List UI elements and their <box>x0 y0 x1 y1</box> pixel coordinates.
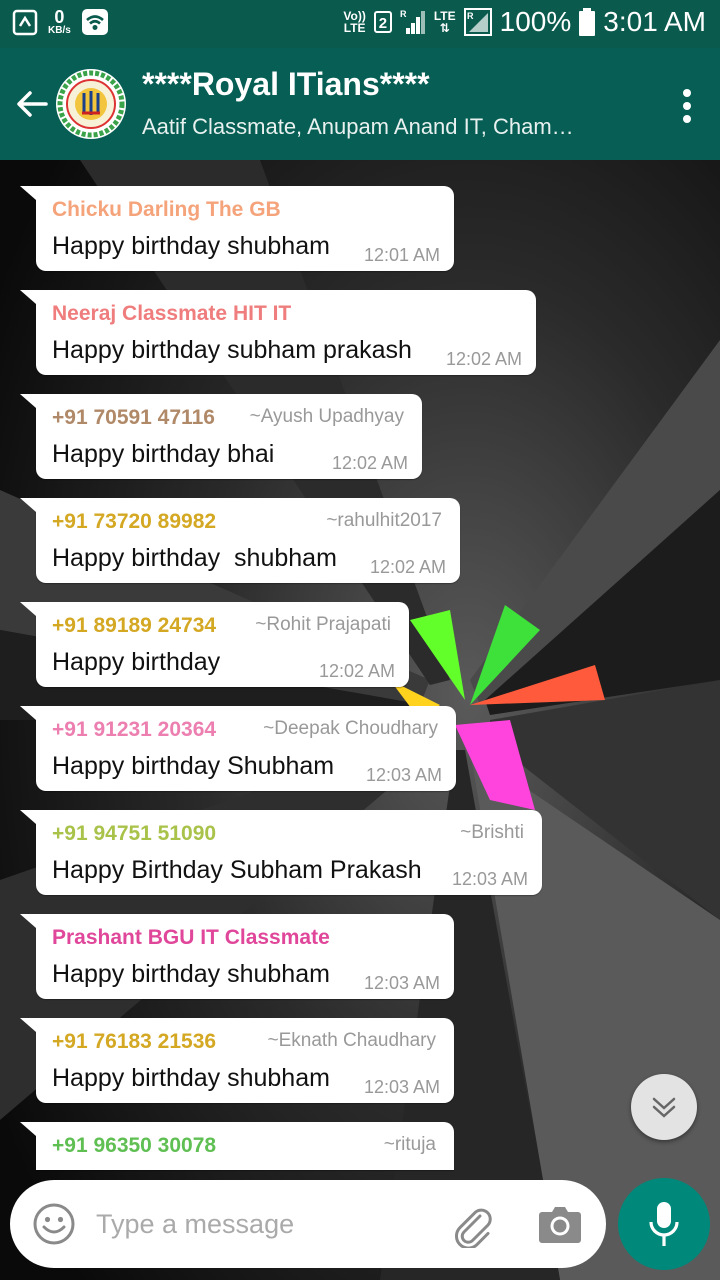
message-text: Happy birthday shubham <box>52 1064 330 1092</box>
more-options-icon[interactable] <box>682 88 692 124</box>
message-text: Happy Birthday Subham Prakash <box>52 856 422 884</box>
bubble-tail <box>20 914 36 928</box>
message-sender[interactable]: +91 76183 21536 <box>52 1030 216 1054</box>
bubble-tail <box>20 602 36 616</box>
emoji-icon[interactable] <box>32 1202 76 1246</box>
message-time: 12:03 AM <box>365 765 442 785</box>
message-sender[interactable]: +91 70591 47116 <box>52 406 215 430</box>
message-alias: ~Brishti <box>460 822 524 843</box>
message-sender[interactable]: +91 91231 20364 <box>52 718 216 742</box>
volte-indicator: Vo)) LTE <box>343 9 366 35</box>
group-avatar[interactable] <box>56 69 126 139</box>
battery-percent: 100% <box>499 6 572 37</box>
bubble-tail <box>20 810 36 824</box>
message-bubble[interactable]: +91 70591 47116 ~Ayush Upadhyay Happy bi… <box>20 394 422 479</box>
message-bubble[interactable]: Chicku Darling The GB Happy birthday shu… <box>20 186 454 271</box>
message-bubble[interactable]: +91 91231 20364 ~Deepak Choudhary Happy … <box>20 706 456 791</box>
message-bubble-partial[interactable]: +91 96350 30078 ~rituja <box>20 1122 454 1170</box>
message-alias: ~Eknath Chaudhary <box>267 1030 436 1051</box>
message-sender[interactable]: +91 94751 51090 <box>52 822 216 846</box>
lte-label: LTE <box>433 9 456 23</box>
bubble-tail <box>20 186 36 200</box>
message-alias: ~Ayush Upadhyay <box>249 406 404 427</box>
clock: 3:01 AM <box>603 6 706 37</box>
network-speed-unit: KB/s <box>48 25 71 36</box>
network-speed: 0 KB/s <box>48 8 71 36</box>
message-time: 12:01 AM <box>363 245 440 265</box>
back-arrow-icon[interactable] <box>14 86 50 122</box>
message-time: 12:03 AM <box>363 973 440 993</box>
message-sender[interactable]: Chicku Darling The GB <box>52 198 281 222</box>
message-alias: ~Deepak Choudhary <box>263 718 438 739</box>
message-composer <box>10 1180 606 1268</box>
bubble-tail <box>20 498 36 512</box>
message-time: 12:02 AM <box>445 349 522 369</box>
signal-icon-2: R <box>463 8 492 36</box>
message-text: Happy birthday subham prakash <box>52 336 412 364</box>
message-time: 12:02 AM <box>331 453 408 473</box>
paperclip-icon[interactable] <box>450 1202 496 1248</box>
message-alias: ~rahulhit2017 <box>326 510 442 531</box>
microphone-icon <box>649 1202 679 1246</box>
sim-indicator: 2 <box>373 11 392 33</box>
message-text: Happy birthday <box>52 648 221 676</box>
voice-message-button[interactable] <box>618 1178 710 1270</box>
status-bar: 0 KB/s Vo)) LTE 2 R LTE ⇅ R 100% 3:01 AM <box>0 0 720 48</box>
message-time: 12:03 AM <box>451 869 528 889</box>
lte-indicator: LTE ⇅ <box>433 9 456 35</box>
bubble-tail <box>20 1018 36 1032</box>
message-bubble[interactable]: +91 89189 24734 ~Rohit Prajapati Happy b… <box>20 602 409 687</box>
message-sender[interactable]: Neeraj Classmate HIT IT <box>52 302 291 326</box>
message-alias: ~rituja <box>383 1134 436 1155</box>
message-sender[interactable]: Prashant BGU IT Classmate <box>52 926 330 950</box>
message-input[interactable] <box>96 1200 426 1248</box>
message-text: Happy birthday bhai <box>52 440 275 468</box>
scroll-to-bottom-button[interactable] <box>631 1074 697 1140</box>
group-title[interactable]: ****Royal ITians**** <box>142 66 430 103</box>
bubble-tail <box>20 706 36 720</box>
data-saver-icon <box>12 9 38 36</box>
message-time: 12:02 AM <box>369 557 446 577</box>
message-text: Happy birthday shubham <box>52 232 330 260</box>
group-members[interactable]: Aatif Classmate, Anupam Anand IT, Cham… <box>142 114 574 140</box>
bubble-tail <box>20 1122 36 1136</box>
message-sender[interactable]: +91 96350 30078 <box>52 1134 216 1158</box>
message-alias: ~Rohit Prajapati <box>255 614 391 635</box>
message-bubble[interactable]: Prashant BGU IT Classmate Happy birthday… <box>20 914 454 999</box>
signal-icon-1: R <box>400 9 425 34</box>
bubble-tail <box>20 290 36 304</box>
message-text: Happy birthday Shubham <box>52 752 335 780</box>
message-text: Happy birthday shubham <box>52 544 337 572</box>
message-bubble[interactable]: Neeraj Classmate HIT IT Happy birthday s… <box>20 290 536 375</box>
message-sender[interactable]: +91 73720 89982 <box>52 510 216 534</box>
svg-text:R: R <box>467 11 474 21</box>
message-time: 12:03 AM <box>363 1077 440 1097</box>
message-bubble[interactable]: +91 76183 21536 ~Eknath Chaudhary Happy … <box>20 1018 454 1103</box>
battery-icon <box>579 8 596 36</box>
wifi-icon <box>81 9 108 35</box>
double-chevron-down-icon <box>652 1097 676 1118</box>
bubble-tail <box>20 394 36 408</box>
svg-text:R: R <box>400 9 407 19</box>
chat-header: ****Royal ITians**** Aatif Classmate, An… <box>0 48 720 160</box>
group-logo <box>57 70 125 138</box>
camera-icon[interactable] <box>538 1204 582 1244</box>
message-time: 12:02 AM <box>318 661 395 681</box>
message-sender[interactable]: +91 89189 24734 <box>52 614 216 638</box>
message-bubble[interactable]: +91 73720 89982 ~rahulhit2017 Happy birt… <box>20 498 460 583</box>
message-text: Happy birthday shubham <box>52 960 330 988</box>
message-bubble[interactable]: +91 94751 51090 ~Brishti Happy Birthday … <box>20 810 542 895</box>
network-speed-value: 0 <box>54 7 65 27</box>
